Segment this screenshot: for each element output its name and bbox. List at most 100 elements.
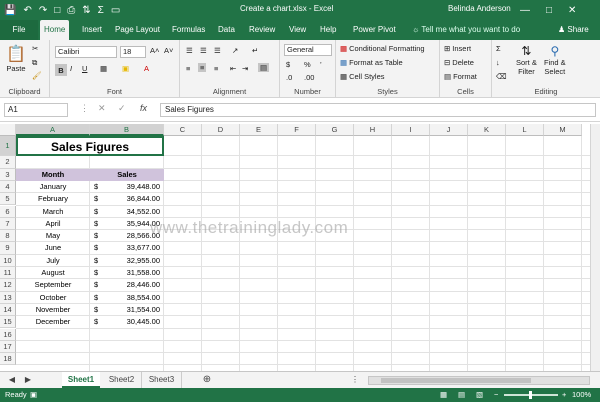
- sales-cell[interactable]: 39,448.00: [90, 181, 160, 193]
- delete-cells-button[interactable]: ⊟ Delete: [444, 58, 474, 67]
- column-header-g[interactable]: G: [316, 124, 354, 136]
- column-header-a[interactable]: A: [16, 124, 90, 136]
- orientation-icon[interactable]: ↗: [232, 46, 238, 55]
- align-right-icon[interactable]: ≡: [214, 64, 218, 73]
- formula-input[interactable]: Sales Figures: [160, 103, 596, 117]
- sort-icon[interactable]: ⇅: [82, 5, 90, 16]
- macro-record-icon[interactable]: ▣: [30, 388, 37, 402]
- month-cell[interactable]: May: [16, 230, 90, 242]
- month-cell[interactable]: July: [16, 255, 90, 267]
- new-file-icon[interactable]: □: [54, 5, 60, 16]
- align-middle-icon[interactable]: ☰: [200, 46, 207, 55]
- row-header-10[interactable]: 10: [0, 254, 16, 267]
- row-header-16[interactable]: 16: [0, 328, 16, 341]
- month-cell[interactable]: March: [16, 206, 90, 218]
- row-header-8[interactable]: 8: [0, 230, 16, 243]
- row-header-13[interactable]: 13: [0, 291, 16, 304]
- name-box[interactable]: A1: [4, 103, 68, 117]
- row-header-3[interactable]: 3: [0, 168, 16, 181]
- row-header-1[interactable]: 1: [0, 136, 16, 157]
- align-bottom-icon[interactable]: ☰: [214, 46, 221, 55]
- tab-insert[interactable]: Insert: [78, 20, 106, 40]
- row-header-5[interactable]: 5: [0, 193, 16, 206]
- zoom-slider-thumb[interactable]: [529, 391, 532, 399]
- font-size-select[interactable]: 18: [120, 46, 146, 58]
- open-icon[interactable]: ▭: [111, 5, 120, 16]
- zoom-slider[interactable]: [504, 391, 558, 399]
- sort-filter-button[interactable]: ⇅ Sort & Filter: [516, 44, 537, 76]
- save-icon[interactable]: 💾: [4, 5, 16, 16]
- row-header-17[interactable]: 17: [0, 340, 16, 354]
- worksheet-grid[interactable]: A B C D E F G H I J K L M 1 2 3 4 5 6 7 8 9 10 11 12 13 14 15 16 17 18…: [0, 124, 600, 371]
- currency-button[interactable]: $: [286, 60, 290, 69]
- tab-view[interactable]: View: [285, 20, 310, 40]
- sales-cell[interactable]: 32,955.00: [90, 255, 160, 267]
- column-header-l[interactable]: L: [506, 124, 544, 136]
- sales-cell[interactable]: 30,445.00: [90, 316, 160, 328]
- merge-center-icon[interactable]: ▤: [258, 63, 270, 72]
- column-header-m[interactable]: M: [544, 124, 582, 136]
- column-header-h[interactable]: H: [354, 124, 392, 136]
- format-painter-icon[interactable]: 🖌: [32, 71, 42, 80]
- font-name-select[interactable]: Calibri: [55, 46, 117, 58]
- conditional-formatting-button[interactable]: ▦ Conditional Formatting: [340, 44, 425, 53]
- tab-help[interactable]: Help: [316, 20, 340, 40]
- column-header-k[interactable]: K: [468, 124, 506, 136]
- month-cell[interactable]: June: [16, 242, 90, 254]
- sales-cell[interactable]: 31,554.00: [90, 304, 160, 316]
- decrease-indent-icon[interactable]: ⇤: [230, 64, 236, 73]
- enter-icon[interactable]: ✓: [118, 103, 126, 114]
- insert-cells-button[interactable]: ⊞ Insert: [444, 44, 471, 53]
- paste-button[interactable]: 📋 Paste: [6, 44, 26, 73]
- column-header-f[interactable]: F: [278, 124, 316, 136]
- cell-styles-button[interactable]: ▦ Cell Styles: [340, 72, 385, 81]
- underline-button[interactable]: U: [82, 64, 87, 73]
- tab-data[interactable]: Data: [214, 20, 239, 40]
- more-sheets-icon[interactable]: ⋮: [350, 372, 360, 388]
- grow-font-button[interactable]: A˄: [150, 46, 159, 55]
- column-header-c[interactable]: C: [164, 124, 202, 136]
- month-cell[interactable]: February: [16, 193, 90, 205]
- number-format-select[interactable]: General: [284, 44, 332, 56]
- cancel-icon[interactable]: ✕: [98, 103, 106, 114]
- row-header-15[interactable]: 15: [0, 316, 16, 329]
- zoom-out-icon[interactable]: −: [494, 388, 498, 402]
- copy-icon[interactable]: ⧉: [32, 58, 37, 68]
- user-name[interactable]: Belinda Anderson: [448, 4, 511, 13]
- decrease-decimal-icon[interactable]: .00: [304, 73, 314, 82]
- sales-cell[interactable]: 36,844.00: [90, 193, 160, 205]
- increase-indent-icon[interactable]: ⇥: [242, 64, 248, 73]
- normal-view-icon[interactable]: ▦: [440, 388, 447, 402]
- column-header-b[interactable]: B: [90, 124, 164, 136]
- tab-power-pivot[interactable]: Power Pivot: [349, 20, 400, 40]
- row-header-14[interactable]: 14: [0, 303, 16, 317]
- insert-function-button[interactable]: fx: [140, 103, 147, 113]
- tab-file[interactable]: File: [0, 20, 38, 40]
- new-sheet-icon[interactable]: ⊕: [200, 372, 214, 388]
- column-header-j[interactable]: J: [430, 124, 468, 136]
- cut-icon[interactable]: ✂: [32, 44, 38, 53]
- page-layout-view-icon[interactable]: ▤: [458, 388, 465, 402]
- month-cell[interactable]: August: [16, 267, 90, 279]
- italic-button[interactable]: I: [70, 64, 72, 73]
- bold-button[interactable]: B: [55, 64, 67, 76]
- fill-color-icon[interactable]: ▣: [122, 64, 129, 73]
- month-cell[interactable]: January: [16, 181, 90, 193]
- autosum-icon[interactable]: Σ: [496, 44, 501, 53]
- share-button[interactable]: ♟ Share: [558, 20, 589, 40]
- horizontal-scrollbar[interactable]: [368, 376, 590, 385]
- month-cell[interactable]: April: [16, 218, 90, 230]
- page-break-view-icon[interactable]: ▧: [476, 388, 483, 402]
- row-header-4[interactable]: 4: [0, 180, 16, 194]
- percent-button[interactable]: %: [304, 60, 311, 69]
- align-center-icon[interactable]: ≡: [198, 63, 207, 72]
- redo-icon[interactable]: ↷: [39, 5, 47, 16]
- find-select-button[interactable]: ⚲ Find & Select: [544, 44, 566, 76]
- sales-cell[interactable]: 28,446.00: [90, 279, 160, 291]
- zoom-in-icon[interactable]: +: [562, 388, 566, 402]
- comma-button[interactable]: ’: [320, 60, 322, 69]
- month-cell[interactable]: December: [16, 316, 90, 328]
- sales-cell[interactable]: 33,677.00: [90, 242, 160, 254]
- scroll-left-icon[interactable]: ◀: [6, 372, 18, 388]
- sheet-tab-sheet1[interactable]: Sheet1: [62, 372, 100, 388]
